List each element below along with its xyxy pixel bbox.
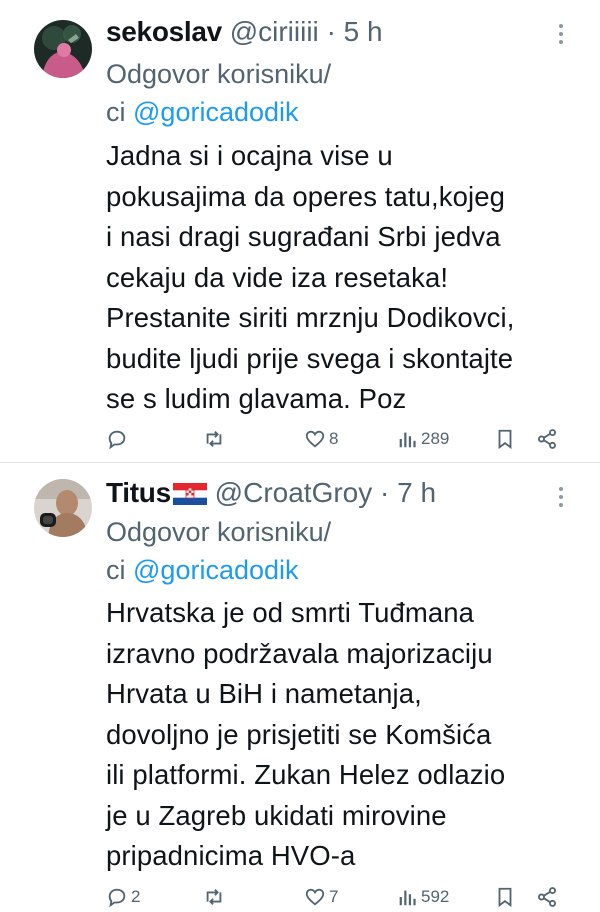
reply-label: Odgovor korisniku/ (106, 59, 332, 89)
reply-label: Odgovor korisniku/ (106, 517, 332, 547)
avatar[interactable] (34, 479, 92, 537)
reply-icon (108, 888, 126, 908)
tweet-header: sekoslav @ciriiiii · 5 h (106, 14, 383, 50)
mention-link[interactable]: @goricadodik (133, 97, 299, 127)
retweet-icon (206, 431, 222, 447)
view-count: 592 (421, 887, 450, 906)
like-button[interactable]: 7 (304, 882, 338, 912)
like-button[interactable]: 8 (304, 424, 338, 454)
reply-button[interactable] (106, 424, 131, 454)
retweet-button[interactable] (203, 424, 228, 454)
share-button[interactable] (536, 424, 558, 454)
heart-icon (305, 888, 325, 906)
views-button[interactable]: 289 (396, 424, 449, 454)
tweet-header: Titus @CroatGroy · 7 h (106, 475, 436, 511)
views-icon (399, 890, 416, 906)
tweet-text: Hrvatska je od smrti Tuđmana izravno pod… (106, 597, 506, 871)
reply-prefix: ci (106, 97, 126, 127)
action-bar: 8 289 (0, 424, 600, 454)
more-icon[interactable] (558, 487, 564, 509)
timestamp[interactable]: 7 h (397, 477, 436, 508)
like-count: 8 (329, 429, 339, 448)
more-icon[interactable] (558, 24, 564, 46)
heart-icon (305, 430, 325, 448)
bookmark-icon (498, 887, 512, 908)
share-button[interactable] (536, 882, 558, 912)
like-count: 7 (329, 887, 339, 906)
display-name[interactable]: sekoslav (106, 16, 222, 47)
reply-prefix: ci (106, 555, 126, 585)
avatar[interactable] (34, 20, 92, 78)
action-bar: 2 7 592 (0, 882, 600, 912)
share-icon (538, 429, 556, 449)
separator-dot: · (380, 477, 390, 508)
bookmark-icon (498, 429, 512, 450)
user-handle[interactable]: @CroatGroy (215, 477, 373, 508)
timestamp[interactable]: 5 h (344, 16, 383, 47)
display-name[interactable]: Titus (106, 477, 171, 508)
retweet-icon (206, 889, 222, 905)
bookmark-button[interactable] (494, 424, 516, 454)
view-count: 289 (421, 429, 450, 448)
views-button[interactable]: 592 (396, 882, 449, 912)
retweet-button[interactable] (203, 882, 228, 912)
bookmark-button[interactable] (494, 882, 516, 912)
tweet-text: Jadna si i ocajna vise u pokusajima da o… (106, 140, 515, 414)
reply-context: Odgovor korisniku/ ci @goricadodik (106, 513, 331, 589)
tweet[interactable]: sekoslav @ciriiiii · 5 h Odgovor korisni… (0, 0, 600, 463)
views-icon (399, 432, 416, 448)
tweet[interactable]: Titus @CroatGroy · 7 h Odgovor korisniku… (0, 463, 600, 908)
reply-icon (108, 430, 126, 450)
reply-context: Odgovor korisniku/ ci @goricadodik (106, 55, 331, 131)
mention-link[interactable]: @goricadodik (133, 555, 299, 585)
separator-dot: · (326, 16, 336, 47)
user-handle[interactable]: @ciriiiii (230, 16, 319, 47)
croatia-flag-icon (172, 483, 207, 505)
share-icon (538, 887, 556, 907)
reply-button[interactable]: 2 (106, 882, 140, 912)
reply-count: 2 (131, 887, 141, 906)
